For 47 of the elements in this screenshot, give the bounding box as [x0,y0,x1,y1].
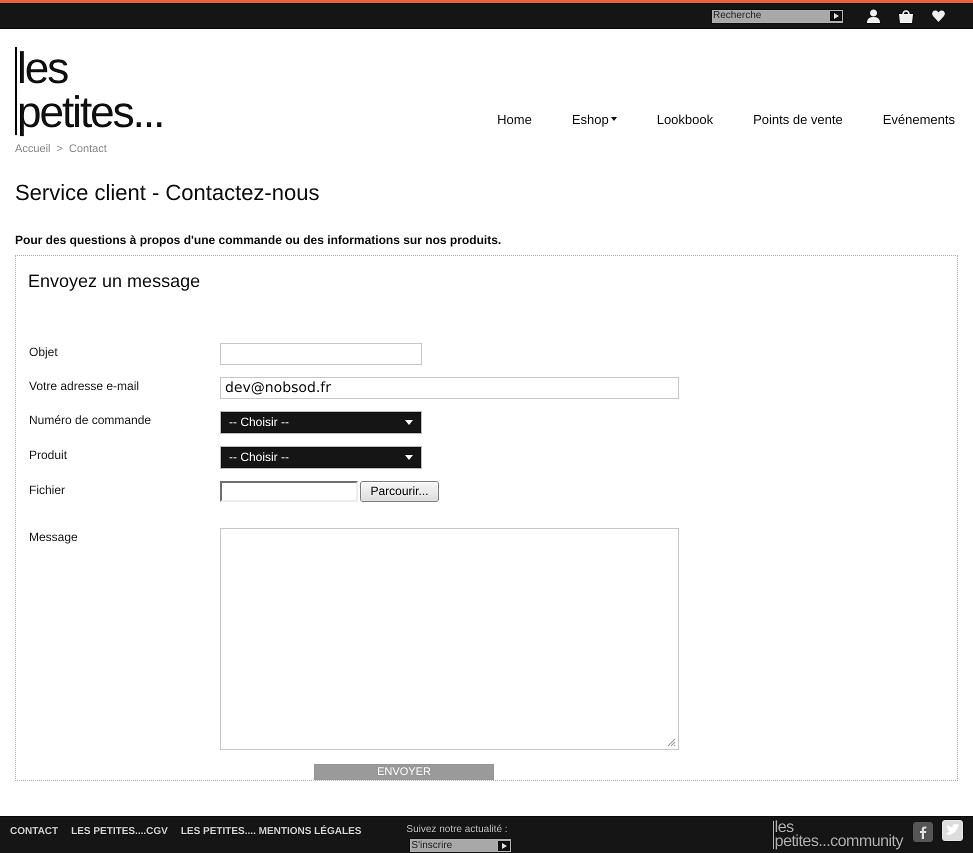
logo-text: les [17,47,69,91]
heart-icon[interactable] [932,10,945,22]
field-label: Objet [29,344,59,360]
caret-icon [610,117,617,122]
form-title: Envoyez un message [28,270,202,293]
basket-icon[interactable] [898,10,914,22]
breadcrumb-link[interactable]: Contact [68,141,107,158]
search-submit-icon[interactable] [830,11,842,21]
field-label: Fichier [29,482,66,498]
caret-icon [405,454,413,460]
facebook-icon[interactable] [913,822,933,842]
footer-link[interactable]: LES PETITES....CGV [71,824,168,839]
input-field[interactable]: dev@nobsod.fr [220,376,679,398]
resize-grip-icon [667,738,676,746]
field-label: Produit [29,446,68,464]
nav-link[interactable]: Lookbook [656,110,714,129]
user-icon[interactable] [867,9,880,23]
logo-text: les [774,821,794,835]
field-label: Numéro de commande [29,412,152,428]
footer-link[interactable]: LES PETITES.... MENTIONS LÉGALES [180,824,362,839]
intro-text: Pour des questions à propos d'une commande ou des informations sur nos produits. [14,232,502,248]
breadcrumb-link[interactable]: Accueil [15,141,50,158]
community-logo[interactable]: les petites...community [772,821,903,849]
select-dropdown[interactable]: -- Choisir -- [220,410,422,434]
select-dropdown[interactable]: -- Choisir -- [220,446,422,468]
search-field[interactable]: Recherche [712,10,843,22]
follow-text: Suivez notre actualité : [406,823,509,837]
message-field[interactable] [220,528,679,750]
footer-link[interactable]: CONTACT [10,824,58,839]
logo-text: petites... [17,91,164,135]
file-field[interactable] [220,480,358,502]
nav-link[interactable]: Home [497,110,532,129]
page-title: Service client - Contactez-nous [14,178,320,206]
caret-icon [405,420,413,424]
newsletter-field[interactable]: S'inscrire [410,839,512,852]
subscribe-submit-icon[interactable] [498,840,510,850]
nav-link[interactable]: Points de vente [753,110,843,129]
browse-button[interactable]: Parcourir... [360,480,439,502]
input-field[interactable] [220,342,422,364]
logo[interactable]: les petites... [15,47,164,135]
nav-link[interactable]: Evénements [882,110,955,129]
logo-text: petites...community [774,835,903,849]
breadcrumb-separator: > [56,142,63,157]
field-label: Message [29,528,79,546]
bird-icon[interactable] [942,820,963,841]
field-label: Votre adresse e-mail [29,378,140,394]
nav-link[interactable]: Eshop [572,110,617,129]
